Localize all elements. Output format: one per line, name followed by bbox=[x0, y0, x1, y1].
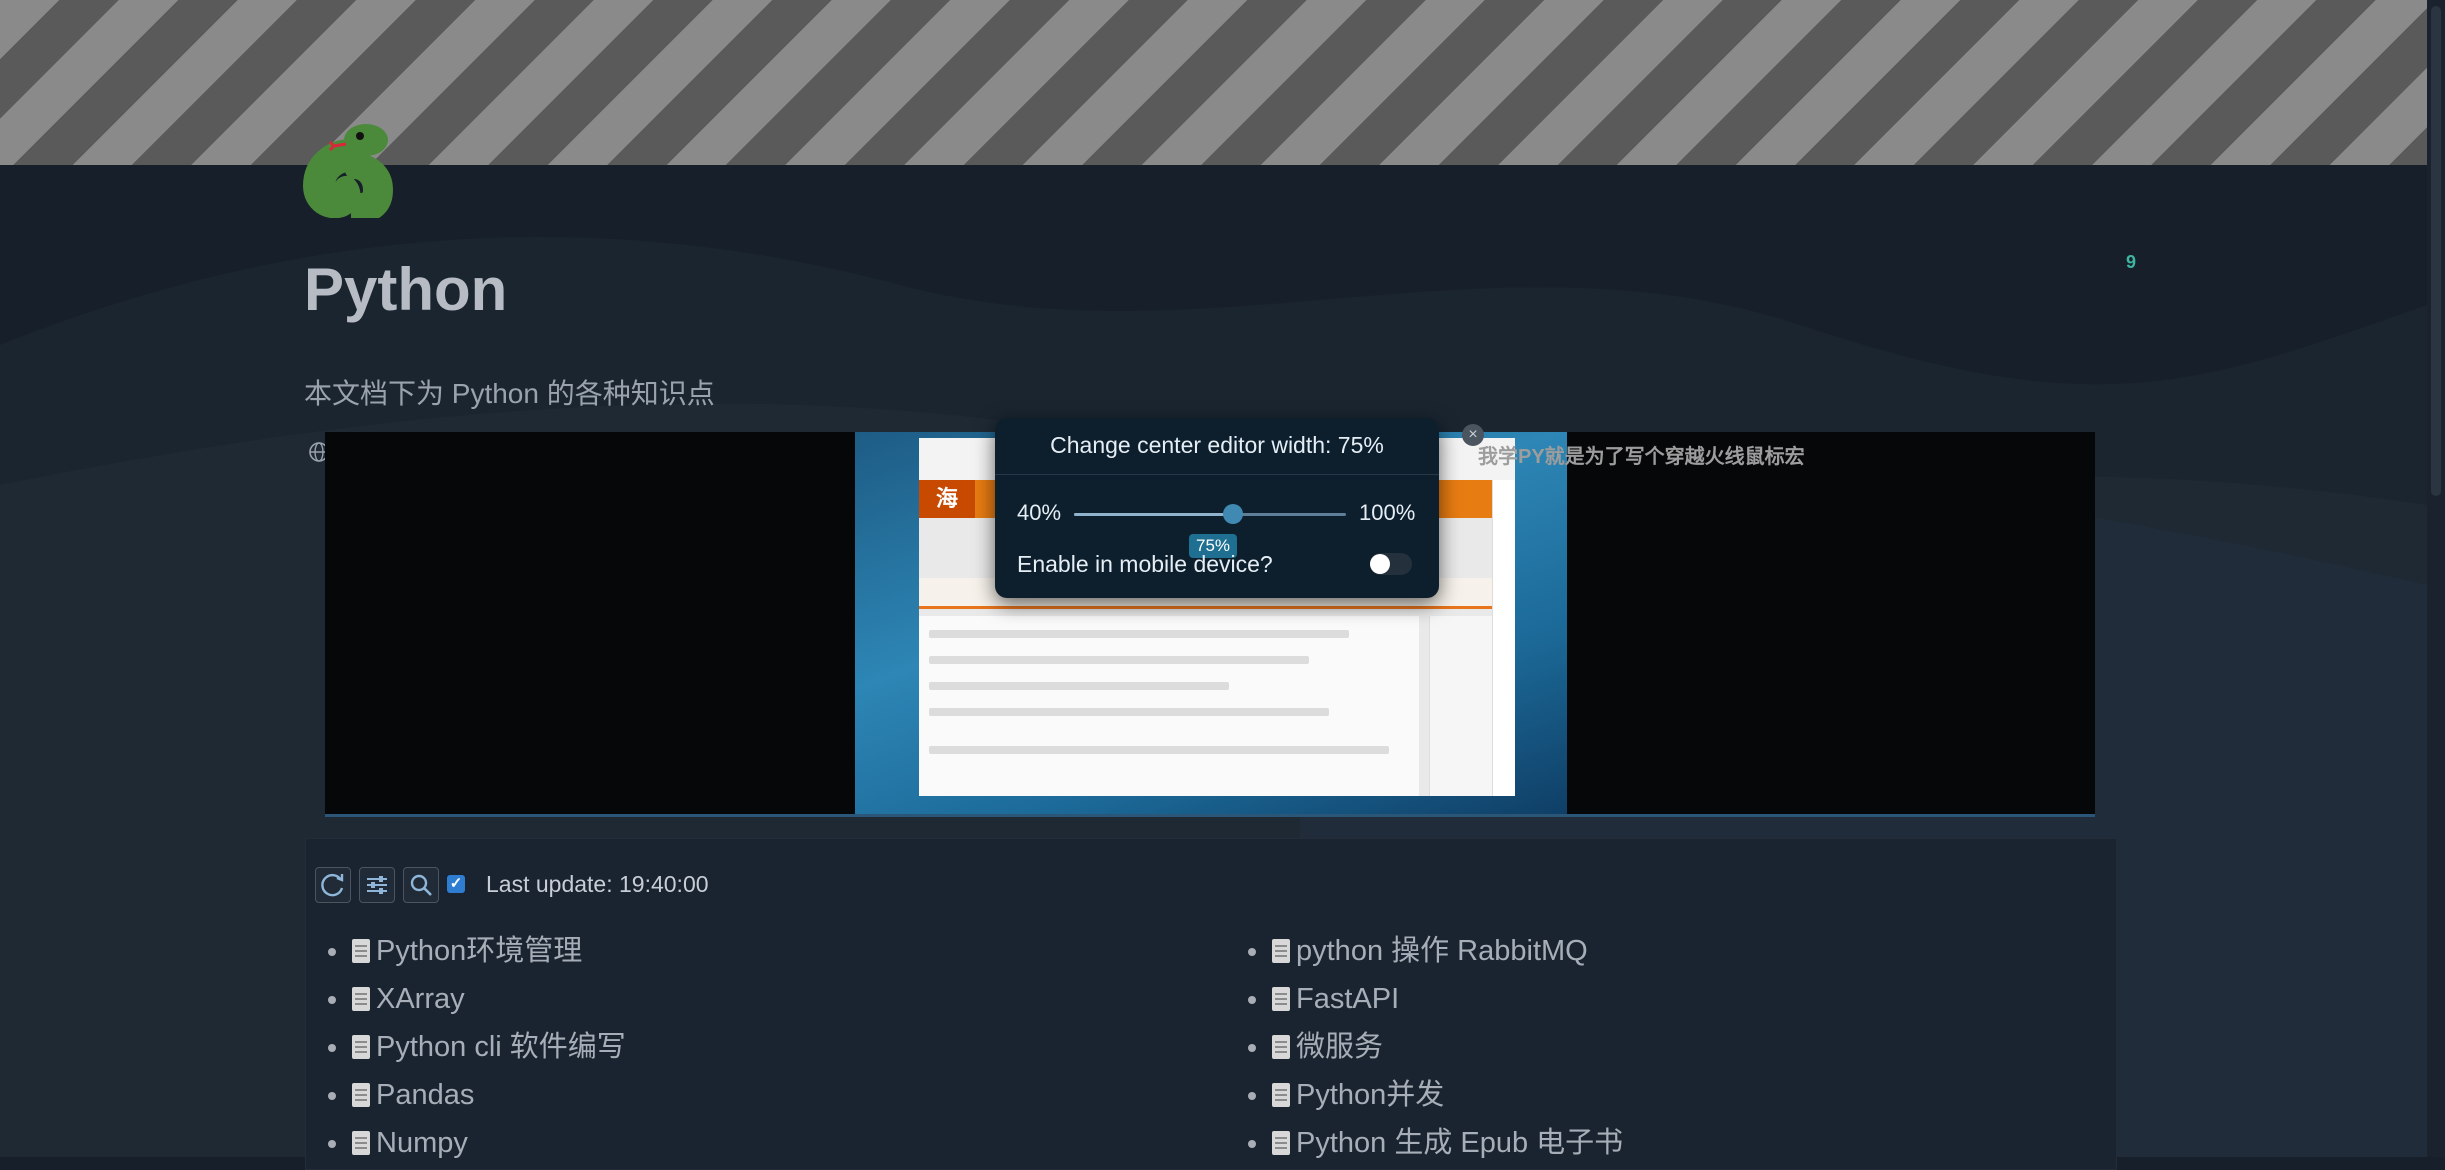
list-item[interactable]: Numpy bbox=[326, 1119, 626, 1167]
toggle-knob[interactable] bbox=[1370, 554, 1390, 574]
list-item[interactable]: Python 生成 Epub 电子书 bbox=[1246, 1119, 1623, 1167]
list-item[interactable]: python 操作 RabbitMQ bbox=[1246, 927, 1623, 975]
popup-title: Change center editor width: 75% bbox=[1050, 432, 1384, 458]
document-icon bbox=[1272, 1083, 1290, 1107]
mobile-device-label: Enable in mobile device? bbox=[1017, 551, 1273, 577]
python-snake-icon bbox=[302, 124, 394, 218]
mobile-device-toggle[interactable] bbox=[1370, 553, 1412, 575]
subpage-list-left: Python环境管理 XArray Python cli 软件编写 Pandas… bbox=[326, 927, 626, 1167]
document-icon bbox=[352, 1083, 370, 1107]
sliders-icon bbox=[367, 876, 387, 894]
page-scrollbar[interactable] bbox=[2427, 0, 2445, 1157]
document-icon bbox=[352, 1131, 370, 1155]
scrollbar-thumb[interactable] bbox=[2431, 6, 2441, 496]
document-icon bbox=[352, 987, 370, 1011]
list-item[interactable]: Pandas bbox=[326, 1071, 626, 1119]
slider-fill bbox=[1074, 513, 1233, 516]
document-icon bbox=[1272, 987, 1290, 1011]
search-icon bbox=[410, 874, 432, 896]
settings-button[interactable] bbox=[359, 867, 395, 903]
subpage-list-right: python 操作 RabbitMQ FastAPI 微服务 Python并发 … bbox=[1246, 927, 1623, 1167]
video-site-content bbox=[919, 616, 1419, 796]
document-icon bbox=[1272, 939, 1290, 963]
document-icon bbox=[352, 1035, 370, 1059]
comment-count-badge[interactable]: 9 bbox=[2126, 252, 2136, 273]
last-update-text: Last update: 19:40:00 bbox=[486, 871, 709, 897]
page-subtitle: 本文档下为 Python 的各种知识点 bbox=[304, 378, 715, 409]
list-item[interactable]: 微服务 bbox=[1246, 1023, 1623, 1071]
refresh-button[interactable] bbox=[315, 867, 351, 903]
search-button[interactable] bbox=[403, 867, 439, 903]
document-icon bbox=[352, 939, 370, 963]
popup-divider bbox=[995, 474, 1439, 475]
video-site-logo: 海 bbox=[919, 480, 975, 518]
document-icon bbox=[1272, 1131, 1290, 1155]
slider-min-label: 40% bbox=[1017, 500, 1062, 525]
editor-width-popup: Change center editor width: 75% 40% 100%… bbox=[995, 418, 1439, 598]
slider-thumb[interactable] bbox=[1223, 504, 1243, 524]
video-site-rightbar bbox=[1492, 480, 1515, 796]
document-icon bbox=[1272, 1035, 1290, 1059]
slider-max-label: 100% bbox=[1359, 500, 1416, 525]
auto-update-checkbox[interactable]: ✓ bbox=[447, 875, 465, 893]
page-title: Python bbox=[304, 256, 508, 323]
list-item[interactable]: Python并发 bbox=[1246, 1071, 1623, 1119]
list-item[interactable]: Python cli 软件编写 bbox=[326, 1023, 626, 1071]
list-item[interactable]: XArray bbox=[326, 975, 626, 1023]
subpage-list-panel: ✓ Last update: 19:40:00 Python环境管理 XArra… bbox=[305, 838, 2117, 1170]
list-item[interactable]: Python环境管理 bbox=[326, 927, 626, 975]
width-slider[interactable] bbox=[1074, 504, 1346, 524]
refresh-icon bbox=[321, 873, 344, 897]
video-caption: 我学PY就是为了写个穿越火线鼠标宏 bbox=[1478, 446, 1805, 468]
list-item[interactable]: FastAPI bbox=[1246, 975, 1623, 1023]
